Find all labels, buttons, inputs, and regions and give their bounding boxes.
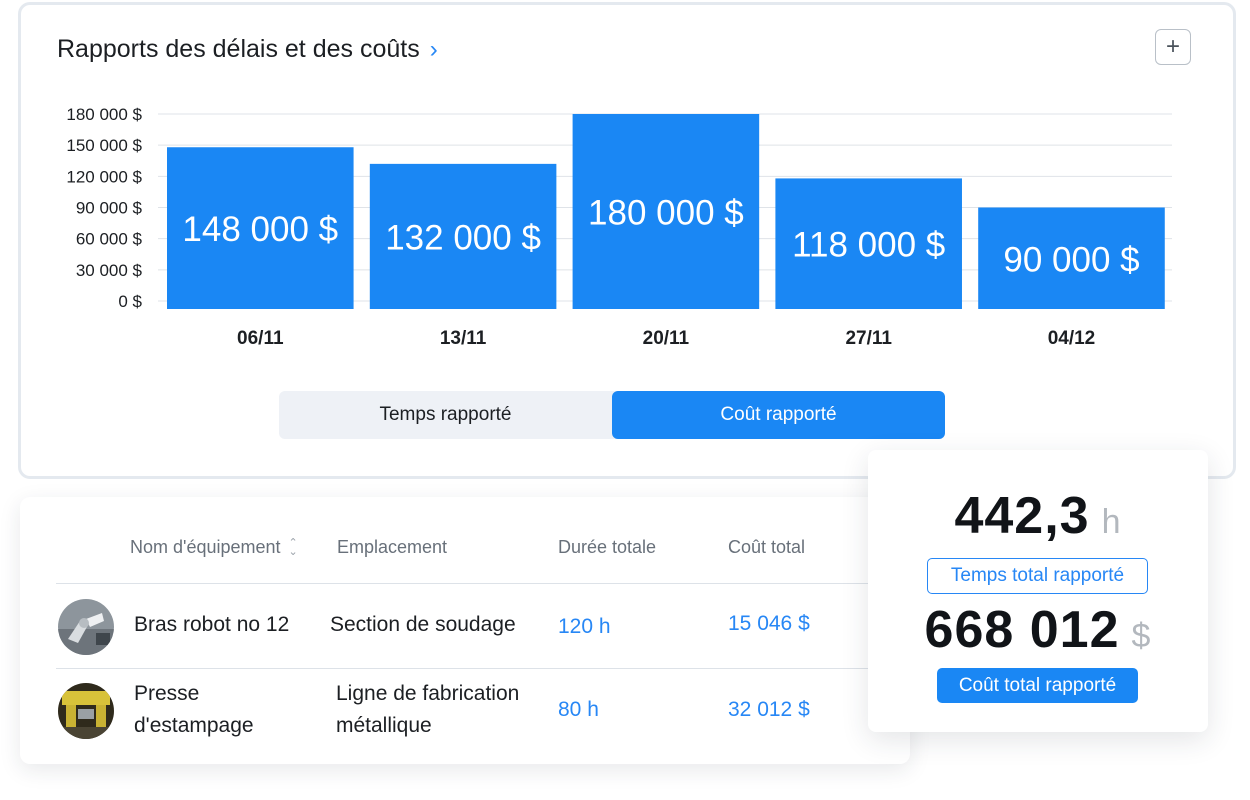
column-header-cost: Coût total (728, 537, 806, 557)
total-hours-value: 442,3 (954, 487, 1090, 545)
y-tick-label: 60 000 $ (76, 230, 143, 249)
column-header-location: Emplacement (337, 537, 448, 557)
total-cost-badge: Coût total rapporté (937, 668, 1138, 703)
equipment-location-line-1: Ligne de fabrication (336, 682, 520, 705)
y-tick-label: 90 000 $ (76, 199, 143, 218)
table-row[interactable]: Presse d'estampage Ligne de fabrication … (20, 668, 910, 754)
total-time-badge: Temps total rapporté (927, 558, 1148, 594)
bar-chart: 0 $ 30 000 $ 60 000 $ 90 000 $ 120 000 $ 150 … (66, 105, 1172, 349)
total-cost: 668 012 $ (868, 600, 1208, 660)
bar-value-label: 180 000 $ (588, 194, 744, 233)
x-tick-label: 13/11 (440, 328, 487, 349)
tab-reported-cost[interactable]: Coût rapporté (612, 391, 945, 439)
total-cost-unit: $ (1131, 617, 1152, 655)
equipment-location: Section de soudage (330, 613, 516, 636)
table-row[interactable]: Bras robot no 12 Section de soudage 120 … (20, 583, 910, 669)
equipment-table: Nom d'équipement ⌃ ⌄ Emplacement Durée tot… (20, 497, 910, 764)
column-header-name-label: Nom d'équipement (130, 537, 281, 557)
tab-reported-time[interactable]: Temps rapporté (279, 391, 612, 439)
y-tick-label: 180 000 $ (66, 105, 142, 124)
total-duration: 120 h (558, 615, 611, 638)
sort-icon: ⌃ ⌄ (288, 537, 298, 559)
bar-value-label: 148 000 $ (182, 210, 338, 249)
equipment-photo-robot-arm (58, 599, 114, 655)
total-duration: 80 h (558, 698, 599, 721)
x-tick-label: 06/11 (237, 328, 284, 349)
x-tick-label: 20/11 (643, 328, 690, 349)
chart-card: Rapports des délais et des coûts › + 0 $… (18, 2, 1236, 479)
column-header-name[interactable]: Nom d'équipement ⌃ ⌄ (130, 537, 298, 558)
bar-value-label: 90 000 $ (1003, 240, 1139, 279)
x-tick-label: 04/12 (1048, 328, 1096, 349)
equipment-photo-stamping-press (58, 683, 114, 739)
total-cost: 15 046 $ (728, 612, 810, 635)
equipment-location-line-2: métallique (336, 714, 432, 737)
bar-value-label: 118 000 $ (792, 226, 945, 265)
summary-card: 442,3 h Temps total rapporté 668 012 $ Coû… (868, 450, 1208, 732)
equipment-name-line-1: Presse (134, 682, 200, 705)
total-hours-unit: h (1101, 503, 1122, 541)
y-tick-label: 30 000 $ (76, 261, 143, 280)
report-toggle: Temps rapporté Coût rapporté (279, 391, 945, 439)
bar-value-label: 132 000 $ (385, 218, 541, 257)
x-tick-label: 27/11 (845, 328, 892, 349)
y-tick-label: 150 000 $ (66, 136, 142, 155)
total-cost: 32 012 $ (728, 698, 810, 721)
equipment-name: Bras robot no 12 (134, 613, 290, 636)
y-tick-label: 120 000 $ (66, 167, 142, 186)
column-header-duration: Durée totale (558, 537, 657, 557)
total-hours: 442,3 h (868, 486, 1208, 546)
y-tick-label: 0 $ (118, 292, 142, 311)
equipment-name-line-2: d'estampage (134, 714, 254, 737)
total-cost-value: 668 012 (924, 601, 1120, 659)
